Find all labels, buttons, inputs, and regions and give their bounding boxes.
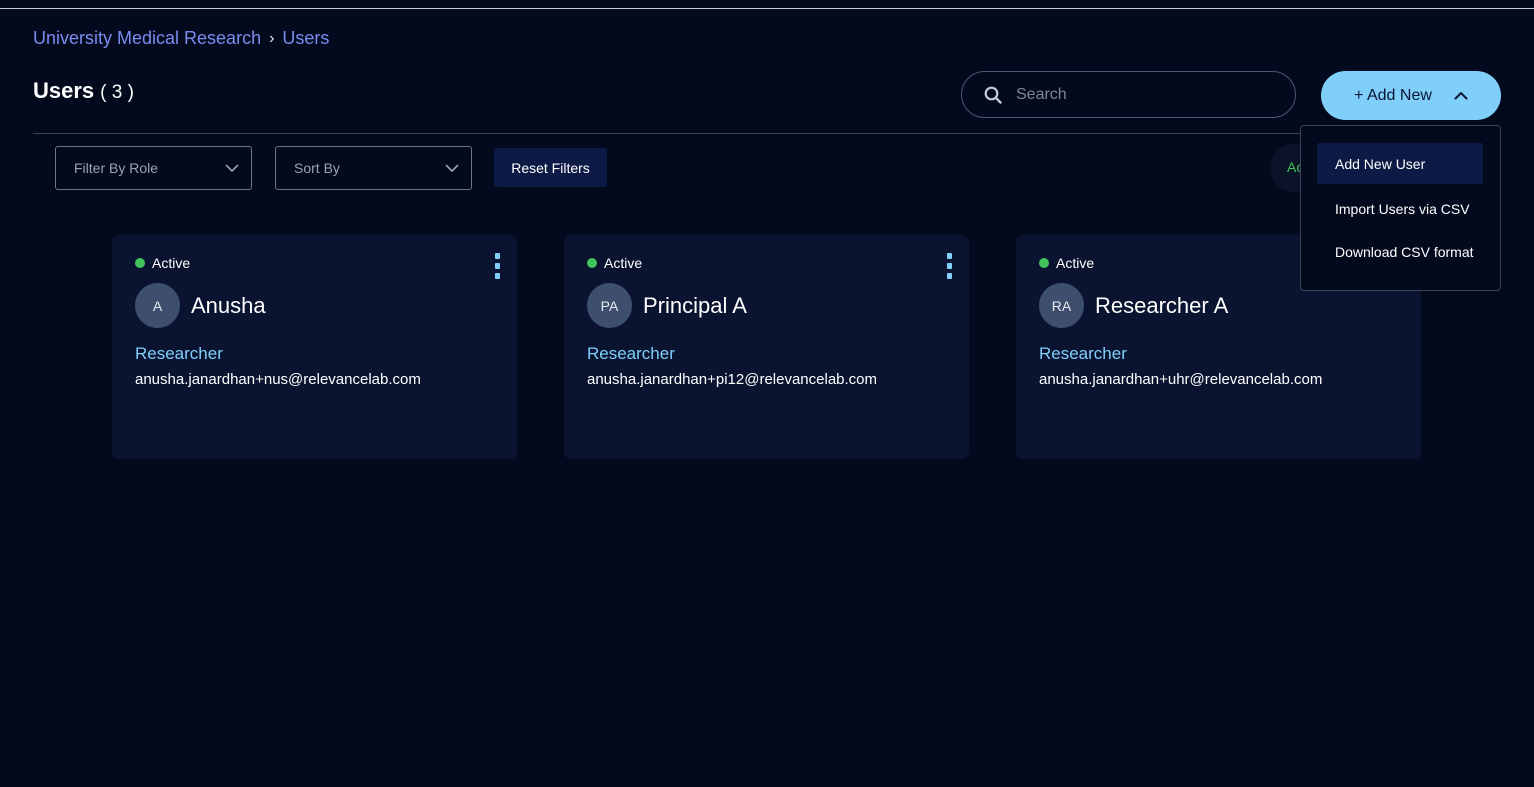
breadcrumb-org-link[interactable]: University Medical Research — [33, 28, 261, 49]
filter-by-role-select[interactable]: Filter By Role — [55, 146, 252, 190]
status-dot — [1039, 258, 1049, 268]
status-badge: Active — [1039, 255, 1094, 271]
chevron-up-icon — [1454, 91, 1468, 100]
reset-filters-button[interactable]: Reset Filters — [494, 148, 607, 187]
sort-by-placeholder: Sort By — [294, 160, 340, 176]
filter-by-role-placeholder: Filter By Role — [74, 160, 159, 176]
user-count: ( 3 ) — [100, 82, 134, 103]
user-role: Researcher — [135, 344, 223, 363]
breadcrumb: University Medical Research › Users — [33, 28, 329, 49]
header-divider — [33, 133, 1303, 134]
sort-by-select[interactable]: Sort By — [275, 146, 472, 190]
user-card[interactable]: Active PA Principal A Researcher anusha.… — [564, 235, 969, 459]
more-options-icon[interactable] — [491, 253, 503, 279]
search-box[interactable] — [961, 71, 1296, 118]
more-options-icon[interactable] — [943, 253, 955, 279]
user-email: anusha.janardhan+nus@relevancelab.com — [135, 371, 421, 388]
user-name: Anusha — [191, 293, 266, 318]
status-text: Active — [152, 255, 191, 271]
status-text: Active — [1056, 255, 1095, 271]
status-text: Active — [604, 255, 643, 271]
status-dot — [135, 258, 145, 268]
status-badge: Active — [135, 255, 190, 271]
avatar: RA — [1039, 283, 1084, 328]
chevron-down-icon — [225, 164, 239, 172]
search-icon — [984, 86, 1002, 104]
status-badge: Active — [587, 255, 642, 271]
user-name: Researcher A — [1095, 293, 1229, 318]
user-role: Researcher — [587, 344, 675, 363]
search-input[interactable] — [1014, 84, 1268, 105]
breadcrumb-current[interactable]: Users — [282, 28, 329, 49]
menu-item-download-csv-format[interactable]: Download CSV format — [1317, 231, 1483, 272]
top-border — [0, 8, 1534, 9]
chevron-down-icon — [445, 164, 459, 172]
status-dot — [587, 258, 597, 268]
avatar: PA — [587, 283, 632, 328]
user-card[interactable]: Active A Anusha Researcher anusha.janard… — [112, 235, 517, 459]
menu-item-add-new-user[interactable]: Add New User — [1317, 143, 1483, 184]
add-new-label: + Add New — [1354, 86, 1432, 104]
page-title: Users( 3 ) — [33, 78, 134, 104]
user-name: Principal A — [643, 293, 747, 318]
page-title-text: Users — [33, 78, 95, 103]
avatar: A — [135, 283, 180, 328]
chevron-right-icon: › — [269, 29, 275, 47]
users-page: University Medical Research › Users User… — [0, 0, 1534, 787]
user-role: Researcher — [1039, 344, 1127, 363]
user-email: anusha.janardhan+pi12@relevancelab.com — [587, 371, 878, 388]
menu-item-import-users-csv[interactable]: Import Users via CSV — [1317, 188, 1483, 229]
add-new-button[interactable]: + Add New — [1321, 71, 1501, 120]
add-new-menu: Add New User Import Users via CSV Downlo… — [1300, 125, 1501, 291]
user-email: anusha.janardhan+uhr@relevancelab.com — [1039, 371, 1323, 388]
